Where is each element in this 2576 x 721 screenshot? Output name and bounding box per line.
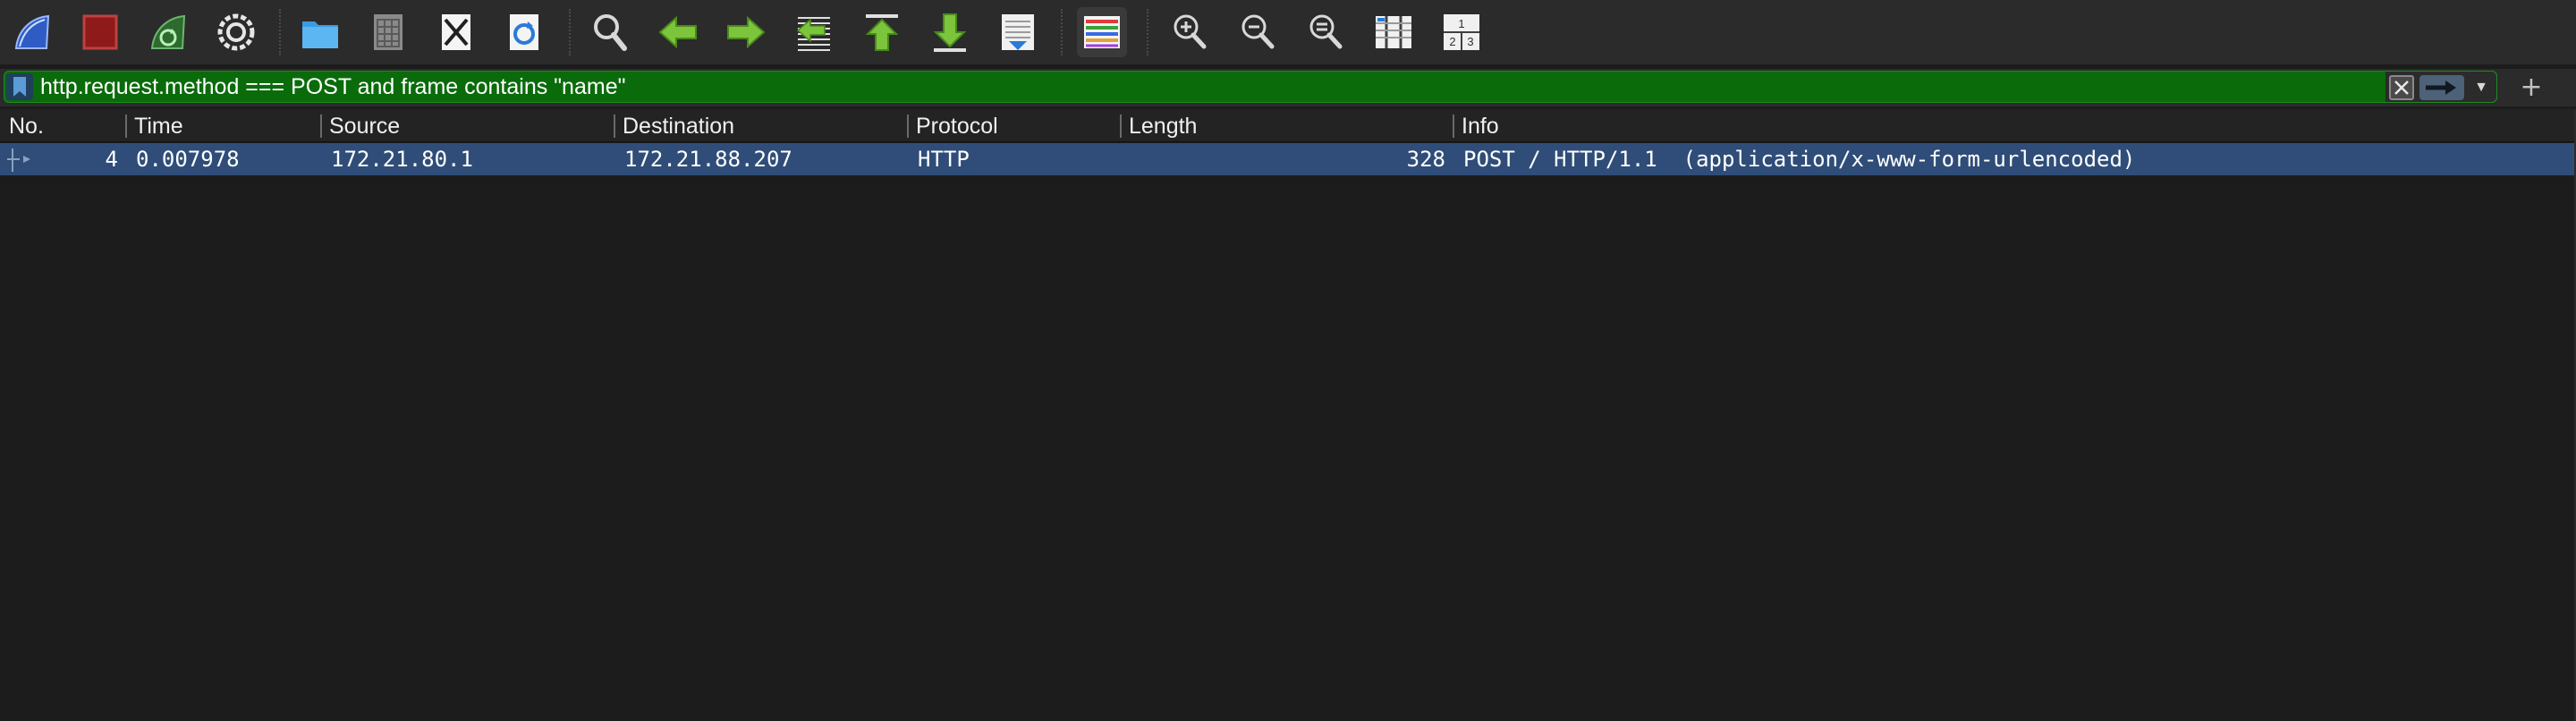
request-marker-icon [7, 148, 30, 172]
cell-info: POST / HTTP/1.1 (application/x-www-form-… [1463, 147, 2136, 172]
svg-text:3: 3 [1467, 35, 1473, 48]
bookmark-icon[interactable] [6, 73, 33, 100]
layout-icon[interactable]: 123 [1436, 7, 1487, 57]
close-file-icon[interactable] [431, 7, 481, 57]
add-filter-button-icon[interactable]: + [2513, 69, 2549, 105]
zoom-in-icon[interactable] [1165, 7, 1215, 57]
column-header-source[interactable]: Source [329, 109, 400, 141]
reload-file-icon[interactable] [499, 7, 549, 57]
column-header-protocol[interactable]: Protocol [916, 109, 998, 141]
zoom-out-icon[interactable] [1233, 7, 1283, 57]
stop-capture-icon[interactable] [75, 7, 125, 57]
normal-size-icon[interactable] [1301, 7, 1351, 57]
go-to-packet-icon[interactable] [789, 7, 839, 57]
apply-filter-icon[interactable] [2419, 75, 2464, 100]
auto-scroll-icon[interactable] [993, 7, 1043, 57]
go-back-icon[interactable] [653, 7, 703, 57]
column-header-no[interactable]: No. [9, 109, 44, 141]
column-header-destination[interactable]: Destination [623, 109, 734, 141]
column-header-time[interactable]: Time [134, 109, 183, 141]
colorize-icon[interactable] [1077, 7, 1127, 57]
svg-text:1: 1 [1458, 17, 1464, 30]
open-file-icon[interactable] [295, 7, 345, 57]
packet-list: No. Time Source Destination Protocol Len… [0, 109, 2576, 721]
cell-length: 328 [1406, 147, 1445, 172]
packet-list-header: No. Time Source Destination Protocol Len… [0, 109, 2576, 142]
main-toolbar: 123 [0, 0, 2576, 64]
cell-no: 4 [105, 147, 118, 172]
svg-text:2: 2 [1449, 35, 1455, 48]
column-header-info[interactable]: Info [1462, 109, 1499, 141]
filter-controls: ▼ [2385, 72, 2496, 102]
clear-filter-icon[interactable] [2389, 75, 2414, 100]
resize-columns-icon[interactable] [1368, 7, 1419, 57]
start-capture-icon[interactable] [7, 7, 57, 57]
capture-options-icon[interactable] [211, 7, 261, 57]
cell-source: 172.21.80.1 [331, 147, 473, 172]
restart-capture-icon[interactable] [143, 7, 193, 57]
cell-protocol: HTTP [918, 147, 970, 172]
filter-history-dropdown-icon[interactable]: ▼ [2470, 75, 2493, 100]
find-packet-icon[interactable] [585, 7, 635, 57]
table-row[interactable]: 4 0.007978 172.21.80.1 172.21.88.207 HTT… [0, 143, 2574, 175]
cell-time: 0.007978 [136, 147, 240, 172]
go-first-packet-icon[interactable] [857, 7, 907, 57]
go-last-packet-icon[interactable] [925, 7, 975, 57]
save-file-icon[interactable] [363, 7, 413, 57]
cell-destination: 172.21.88.207 [624, 147, 792, 172]
display-filter-bar: http.request.method === POST and frame c… [0, 69, 2576, 106]
go-forward-icon[interactable] [721, 7, 771, 57]
display-filter-input[interactable]: http.request.method === POST and frame c… [40, 72, 2384, 102]
column-header-length[interactable]: Length [1129, 109, 1197, 141]
display-filter: http.request.method === POST and frame c… [4, 71, 2497, 103]
